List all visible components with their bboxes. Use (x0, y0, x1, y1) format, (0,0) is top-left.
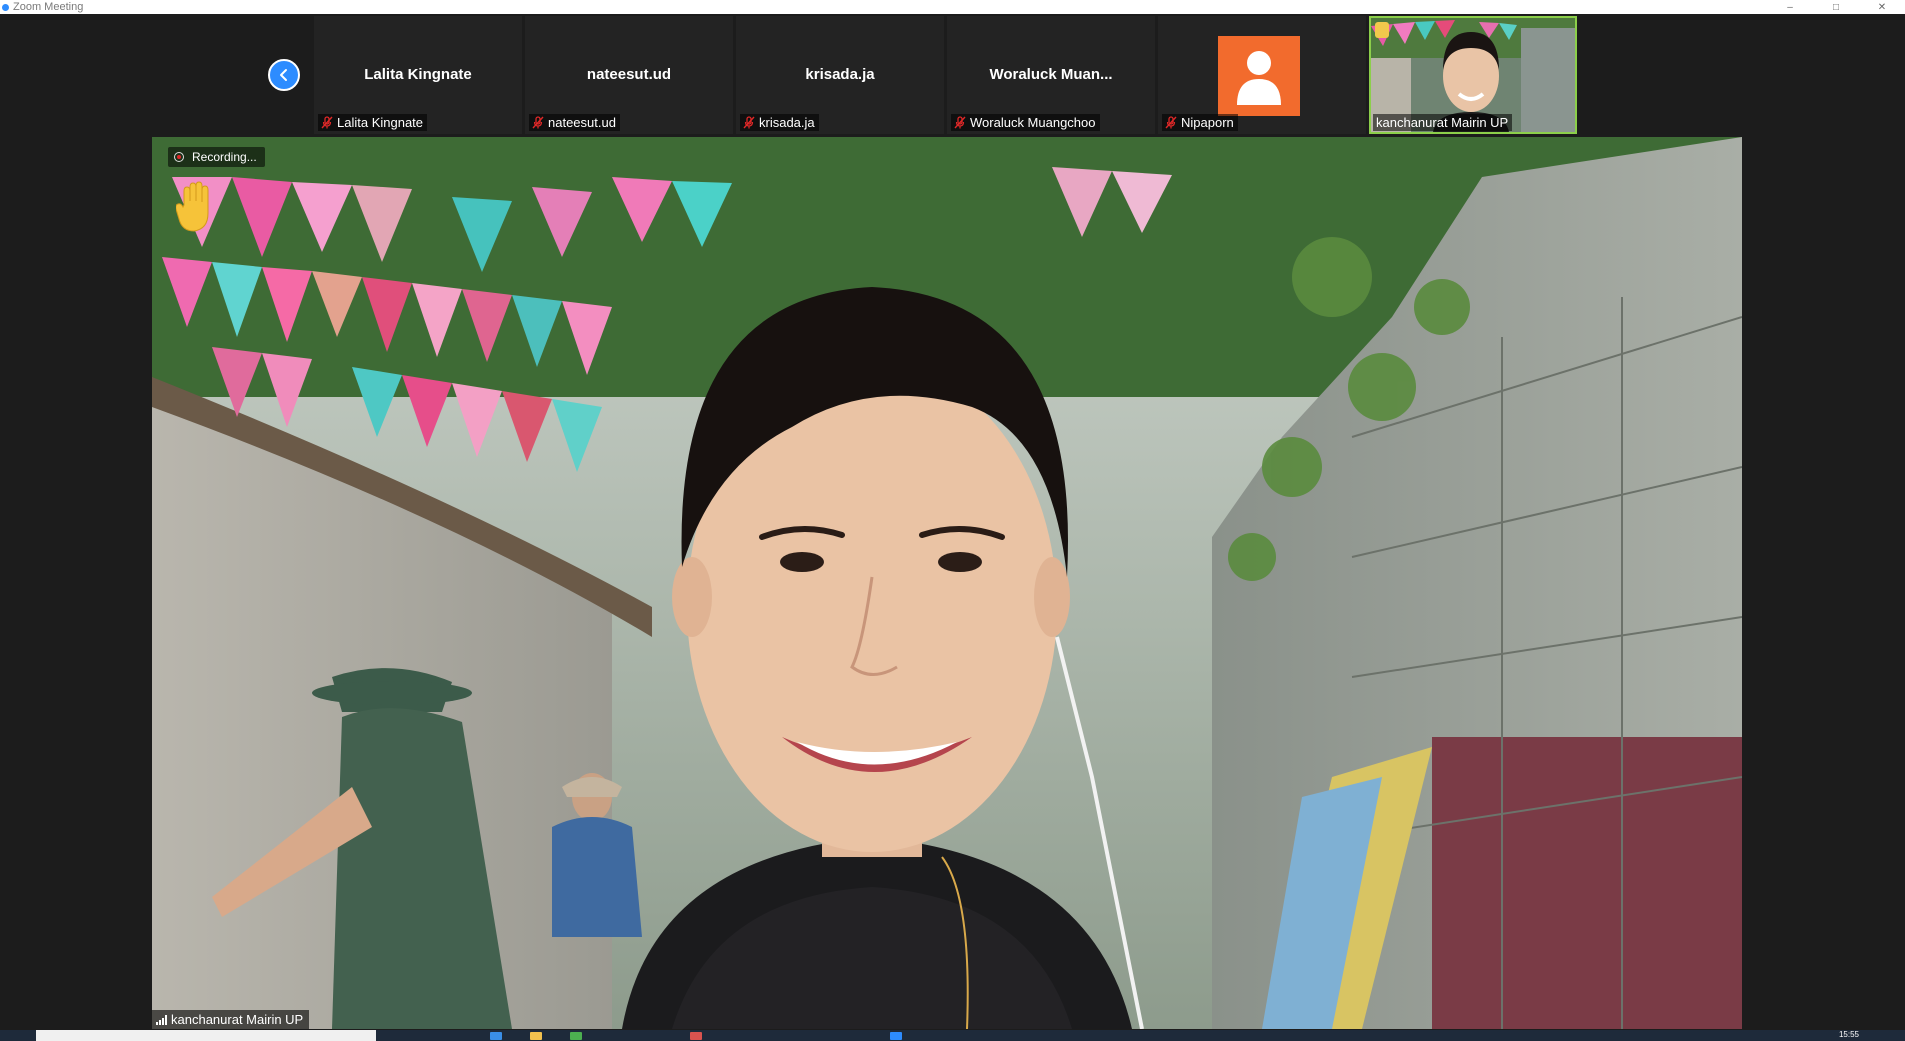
participant-tile[interactable]: Nipaporn (1158, 16, 1366, 134)
connection-signal-icon (156, 1014, 167, 1025)
previous-page-button[interactable] (268, 59, 300, 91)
participant-name-tag-label: Woraluck Muangchoo (970, 115, 1096, 130)
participant-name-tag: Lalita Kingnate (318, 114, 428, 131)
zoom-logo-icon (2, 3, 9, 11)
taskbar-search-box[interactable] (36, 1030, 376, 1041)
participant-display-name: Woraluck Muan... (989, 66, 1113, 83)
window-titlebar: Zoom Meeting – □ ✕ (0, 0, 1905, 14)
taskbar-app-icon[interactable] (490, 1032, 502, 1040)
gallery-strip: Lalita Kingnate Lalita Kingnate nateesut… (0, 14, 1905, 136)
participant-name-tag: krisada.ja (740, 114, 819, 131)
participant-tile[interactable]: krisada.ja krisada.ja (736, 16, 944, 134)
participant-name-tag: Woraluck Muangchoo (951, 114, 1100, 131)
mic-muted-icon (1165, 116, 1177, 129)
taskbar-app-icon[interactable] (890, 1032, 902, 1040)
person-silhouette-icon (1237, 51, 1281, 105)
participant-tile-active-speaker[interactable]: kanchanurat Mairin UP (1369, 16, 1577, 134)
mic-muted-icon (954, 116, 966, 129)
participant-tile[interactable]: Lalita Kingnate Lalita Kingnate (314, 16, 522, 134)
speaker-name-label: kanchanurat Mairin UP (171, 1012, 304, 1027)
window-title: Zoom Meeting (13, 1, 84, 13)
os-taskbar: 15:55 (0, 1030, 1905, 1041)
participant-name-tag: nateesut.ud (529, 114, 620, 131)
mic-muted-icon (743, 116, 755, 129)
participant-tile[interactable]: Woraluck Muan... Woraluck Muangchoo (947, 16, 1155, 134)
taskbar-clock[interactable]: 15:55 (1839, 1030, 1859, 1039)
participant-name-tag-label: Nipaporn (1181, 115, 1234, 130)
close-button[interactable]: ✕ (1859, 0, 1905, 14)
active-speaker-video[interactable]: Recording... kanchanurat Mairin UP (152, 137, 1742, 1029)
participant-display-name: Lalita Kingnate (364, 66, 472, 83)
recording-label: Recording... (192, 150, 257, 164)
participant-name-tag-label: kanchanurat Mairin UP (1376, 115, 1509, 130)
speaker-video-frame (152, 137, 1742, 1029)
participant-name-tag-label: nateesut.ud (548, 115, 616, 130)
participant-display-name: krisada.ja (805, 66, 875, 83)
participant-name-tag-label: Lalita Kingnate (337, 115, 424, 130)
taskbar-app-icon[interactable] (690, 1032, 702, 1040)
recording-indicator[interactable]: Recording... (168, 147, 265, 167)
mic-muted-icon (532, 116, 544, 129)
taskbar-app-icon[interactable] (530, 1032, 542, 1040)
minimize-button[interactable]: – (1767, 0, 1813, 14)
meeting-stage: Lalita Kingnate Lalita Kingnate nateesut… (0, 14, 1905, 1030)
raised-hand-icon (176, 181, 209, 232)
maximize-button[interactable]: □ (1813, 0, 1859, 14)
participant-display-name: nateesut.ud (586, 66, 672, 83)
avatar (1218, 36, 1300, 116)
taskbar-app-icon[interactable] (570, 1032, 582, 1040)
participant-name-tag: kanchanurat Mairin UP (1373, 114, 1513, 131)
mic-muted-icon (321, 116, 333, 129)
speaker-name-tag: kanchanurat Mairin UP (152, 1010, 310, 1029)
participant-name-tag-label: krisada.ja (759, 115, 815, 130)
participant-tile[interactable]: nateesut.ud nateesut.ud (525, 16, 733, 134)
participant-name-tag: Nipaporn (1162, 114, 1238, 131)
window-controls: – □ ✕ (1767, 0, 1905, 14)
chevron-left-icon (280, 69, 287, 81)
recording-icon (174, 152, 184, 162)
